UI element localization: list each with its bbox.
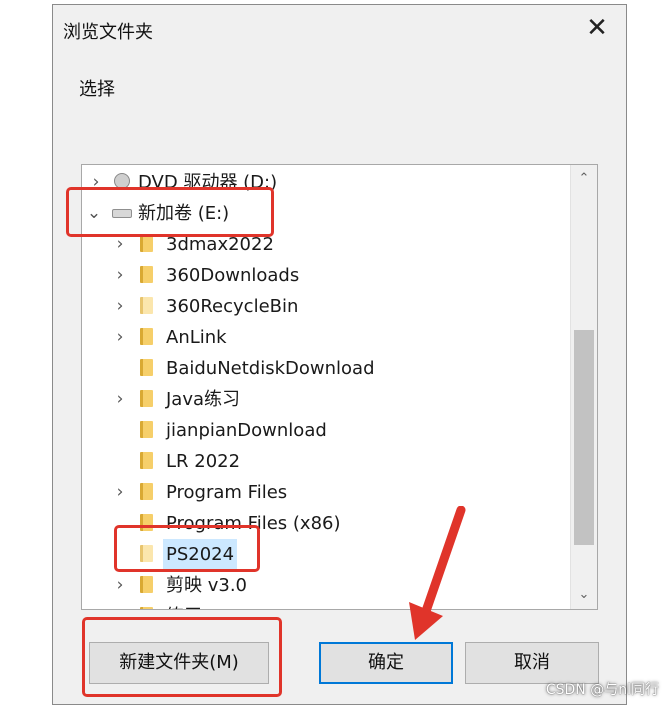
ok-button[interactable]: 确定	[319, 642, 453, 684]
folder-icon	[140, 359, 153, 376]
tree-item-folder[interactable]: › 360RecycleBin	[82, 291, 570, 322]
tree-item-folder[interactable]: › Java练习	[82, 384, 570, 415]
tree-item-folder[interactable]: › Program Files	[82, 477, 570, 508]
tree-item-label: AnLink	[166, 327, 227, 348]
annotation-highlight-folder	[114, 525, 260, 572]
tree-item-label: 练习	[166, 601, 202, 609]
tree-item-folder[interactable]: › AnLink	[82, 322, 570, 353]
tree-item-folder[interactable]: › 360Downloads	[82, 260, 570, 291]
annotation-highlight-new-folder	[82, 617, 282, 697]
folder-icon	[140, 483, 153, 500]
tree-item-label: BaiduNetdiskDownload	[166, 358, 375, 379]
folder-icon	[140, 390, 153, 407]
chevron-right-icon[interactable]: ›	[112, 291, 128, 322]
folder-icon	[140, 266, 153, 283]
chevron-right-icon[interactable]: ›	[112, 477, 128, 508]
chevron-right-icon[interactable]: ›	[112, 322, 128, 353]
scroll-up-icon[interactable]: ⌃	[571, 169, 597, 189]
tree-item-label: LR 2022	[166, 451, 241, 472]
tree-item-label: 剪映 v3.0	[166, 575, 247, 596]
folder-icon	[140, 576, 153, 593]
dialog-prompt: 选择	[79, 79, 115, 100]
chevron-right-icon[interactable]: ›	[112, 601, 128, 609]
scroll-down-icon[interactable]: ⌄	[571, 585, 597, 605]
annotation-highlight-drive	[66, 187, 274, 237]
vertical-scrollbar[interactable]: ⌃ ⌄	[570, 165, 597, 609]
tree-item-folder[interactable]: LR 2022	[82, 446, 570, 477]
folder-icon	[140, 452, 153, 469]
tree-item-label: 360RecycleBin	[166, 296, 299, 317]
scrollbar-thumb[interactable]	[574, 330, 594, 545]
tree-item-folder[interactable]: jianpianDownload	[82, 415, 570, 446]
tree-item-label: Java练习	[166, 389, 241, 410]
tree-item-label: jianpianDownload	[166, 420, 327, 441]
tree-item-folder[interactable]: › 练习	[82, 601, 570, 609]
tree-item-label: Program Files	[166, 482, 288, 503]
folder-icon	[140, 297, 153, 314]
chevron-right-icon[interactable]: ›	[112, 570, 128, 601]
browse-folder-dialog: 浏览文件夹 ✕ 选择 › DVD 驱动器 (D:) ⌄ 新加卷 (E:) › 3…	[52, 4, 627, 705]
chevron-right-icon[interactable]: ›	[112, 384, 128, 415]
folder-icon	[140, 328, 153, 345]
watermark: CSDN @与nl同行	[545, 682, 659, 698]
chevron-right-icon[interactable]: ›	[112, 260, 128, 291]
dialog-title: 浏览文件夹	[63, 22, 153, 43]
close-icon[interactable]: ✕	[582, 13, 612, 43]
tree-item-label: 360Downloads	[166, 265, 300, 286]
folder-icon	[140, 421, 153, 438]
folder-icon	[140, 235, 153, 252]
tree-item-folder[interactable]: › 剪映 v3.0	[82, 570, 570, 601]
tree-item-folder[interactable]: BaiduNetdiskDownload	[82, 353, 570, 384]
annotation-arrow-icon	[409, 506, 466, 640]
folder-icon	[140, 607, 153, 609]
cancel-button[interactable]: 取消	[465, 642, 599, 684]
